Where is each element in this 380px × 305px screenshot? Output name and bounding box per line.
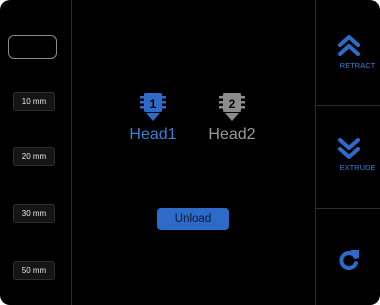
retract-button[interactable]: RETRACT — [316, 34, 380, 70]
extrude-button[interactable]: EXTRUDE — [316, 136, 380, 172]
step-column: 10 mm 20 mm 30 mm 50 mm — [0, 0, 72, 305]
step-30mm-button[interactable]: 30 mm — [13, 204, 55, 223]
distance-input[interactable] — [8, 35, 57, 59]
nozzle-1-icon: 1 — [140, 93, 166, 121]
extrude-label: EXTRUDE — [339, 163, 376, 172]
head2-number: 2 — [229, 97, 236, 111]
refresh-icon — [338, 250, 359, 271]
double-chevron-up-icon — [337, 35, 360, 56]
head2-label: Head2 — [208, 126, 256, 143]
action-column: RETRACT EXTRUDE — [315, 0, 380, 305]
head2-option[interactable]: 2 Head2 — [207, 92, 257, 144]
refresh-button[interactable] — [316, 247, 380, 273]
extruder-control-panel: 10 mm 20 mm 30 mm 50 mm 1 Head1 2 Head2 … — [0, 0, 380, 305]
step-10mm-button[interactable]: 10 mm — [13, 92, 55, 111]
step-50mm-button[interactable]: 50 mm — [13, 261, 55, 280]
step-20mm-button[interactable]: 20 mm — [13, 147, 55, 166]
double-chevron-down-icon — [337, 138, 360, 159]
unload-button[interactable]: Unload — [157, 208, 229, 230]
head1-label: Head1 — [129, 126, 177, 143]
divider — [316, 105, 380, 106]
nozzle-2-icon: 2 — [219, 93, 245, 121]
head1-number: 1 — [150, 97, 157, 111]
head1-option[interactable]: 1 Head1 — [128, 92, 178, 144]
divider — [316, 208, 380, 209]
retract-label: RETRACT — [339, 61, 376, 70]
